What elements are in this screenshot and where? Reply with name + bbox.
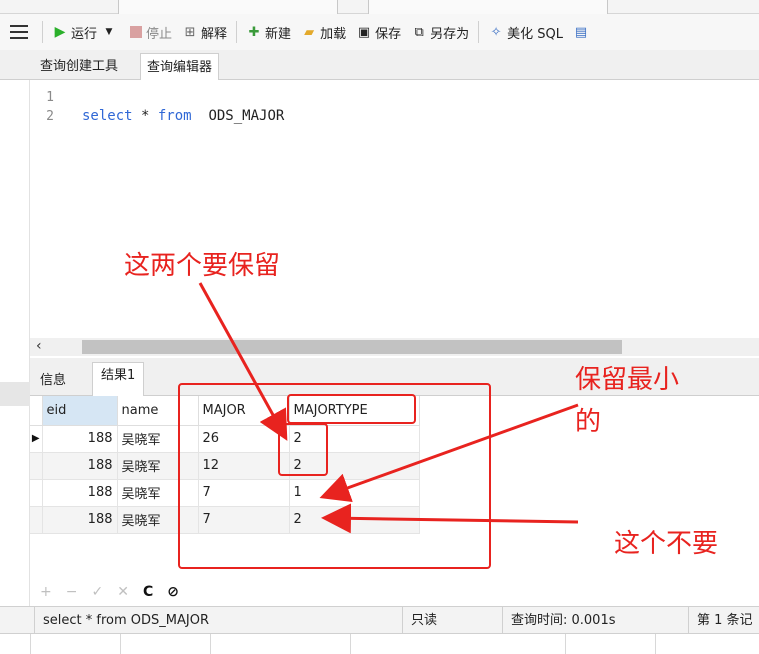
add-row-icon[interactable]: + [40, 584, 52, 600]
explain-button[interactable]: ⊞ 解释 [177, 19, 232, 45]
divider [565, 634, 566, 654]
bottom-strip [0, 634, 759, 654]
grid-edit-toolbar: + − ✓ ✕ C ⊘ [30, 578, 759, 606]
folder-icon: ▰ [304, 24, 315, 40]
document-icon: ▤ [574, 24, 588, 40]
divider [30, 634, 31, 654]
cell-eid[interactable]: 188 [42, 479, 118, 507]
explain-icon: ⊞ [184, 24, 196, 40]
play-icon: ▶ [54, 24, 66, 40]
sql-code-line[interactable]: select * from ODS_MAJOR [82, 107, 284, 126]
save-icon: ▣ [357, 24, 371, 40]
toolbar-separator [236, 21, 238, 43]
annotation-box-majortype-header [287, 394, 416, 424]
apply-changes-icon[interactable]: ✓ [91, 584, 103, 600]
status-sql: select * from ODS_MAJOR [34, 607, 402, 635]
scroll-left-icon[interactable]: ‹ [36, 338, 42, 354]
scrollbar-thumb[interactable] [82, 340, 622, 354]
divider [350, 634, 351, 654]
status-bar: select * from ODS_MAJOR 只读 查询时间: 0.001s … [0, 606, 759, 635]
tab-info[interactable]: 信息 [32, 366, 74, 396]
tab-result-1[interactable]: 结果1 [92, 362, 145, 396]
column-header-eid[interactable]: eid [42, 396, 118, 426]
left-panel-edge [0, 80, 30, 640]
divider [655, 634, 656, 654]
save-as-button[interactable]: ⧉ 另存为 [406, 19, 474, 45]
annotation-box-keep-rows [278, 423, 328, 476]
explain-label: 解释 [201, 26, 228, 42]
line-number-gutter: 1 2 [30, 88, 70, 126]
beautify-label: 美化 SQL [507, 26, 563, 42]
divider [120, 634, 121, 654]
current-row-icon: ▶ [30, 425, 43, 453]
beautify-sql-button[interactable]: ✧ 美化 SQL [483, 19, 568, 45]
status-record: 第 1 条记 [688, 607, 759, 635]
annotation-keep-min-line1: 保留最小 [575, 365, 680, 395]
new-button[interactable]: ✚ 新建 [241, 19, 296, 45]
menu-icon[interactable] [10, 25, 28, 39]
new-label: 新建 [265, 26, 292, 42]
stop-query-icon[interactable]: ⊘ [167, 584, 179, 600]
line-number: 2 [46, 109, 54, 124]
magic-wand-icon: ✧ [490, 24, 502, 40]
status-query-time: 查询时间: 0.001s [502, 607, 688, 635]
row-marker [30, 479, 43, 507]
left-panel-highlight [0, 382, 30, 406]
editor-mode-tabs: 查询创建工具 查询编辑器 [0, 50, 759, 80]
divider [210, 634, 211, 654]
toolbar-separator [478, 21, 480, 43]
row-marker [30, 506, 43, 534]
refresh-icon[interactable]: C [143, 584, 153, 600]
tab-query-builder[interactable]: 查询创建工具 [34, 53, 124, 80]
save-as-label: 另存为 [430, 26, 470, 42]
row-marker [30, 452, 43, 480]
cell-eid[interactable]: 188 [42, 425, 118, 453]
keyword-select: select [82, 108, 133, 124]
annotation-not-wanted: 这个不要 [614, 529, 719, 559]
sql-star: * [132, 108, 158, 124]
discard-changes-icon[interactable]: ✕ [117, 584, 129, 600]
editor-horizontal-scrollbar[interactable]: ‹ [30, 338, 759, 356]
tab-query-editor[interactable]: 查询编辑器 [140, 53, 220, 80]
delete-row-icon[interactable]: − [66, 584, 78, 600]
query-toolbar: ▶ 运行 ▼ 停止 ⊞ 解释 ✚ 新建 ▰ 加载 ▣ 保存 ⧉ 另存为 ✧ 美化… [0, 14, 759, 50]
cell-eid[interactable]: 188 [42, 452, 118, 480]
stop-button[interactable]: 停止 [125, 19, 177, 45]
load-button[interactable]: ▰ 加载 [296, 19, 351, 45]
save-as-icon: ⧉ [414, 24, 424, 40]
run-button[interactable]: ▶ 运行 ▼ [47, 19, 125, 45]
sql-table-name: ODS_MAJOR [191, 108, 285, 124]
keyword-from: from [157, 108, 192, 124]
chevron-down-icon[interactable]: ▼ [101, 24, 117, 40]
cell-eid[interactable]: 188 [42, 506, 118, 534]
new-query-icon: ✚ [248, 24, 260, 40]
row-marker-header [30, 396, 43, 426]
save-button[interactable]: ▣ 保存 [351, 19, 406, 45]
window-tab-strip [0, 0, 759, 14]
annotation-keep-both: 这两个要保留 [124, 251, 281, 281]
more-toolbar-button[interactable]: ▤ [568, 19, 597, 45]
window-tab-current[interactable] [368, 0, 608, 14]
toolbar-separator [42, 21, 43, 43]
run-label: 运行 [71, 26, 98, 42]
save-label: 保存 [375, 26, 402, 42]
annotation-keep-min-line2: 的 [575, 407, 602, 437]
window-tab-previous[interactable] [118, 0, 338, 14]
stop-icon [130, 26, 143, 38]
stop-label: 停止 [146, 26, 173, 42]
load-label: 加载 [320, 26, 347, 42]
status-readonly: 只读 [402, 607, 502, 635]
line-number: 1 [46, 90, 54, 105]
